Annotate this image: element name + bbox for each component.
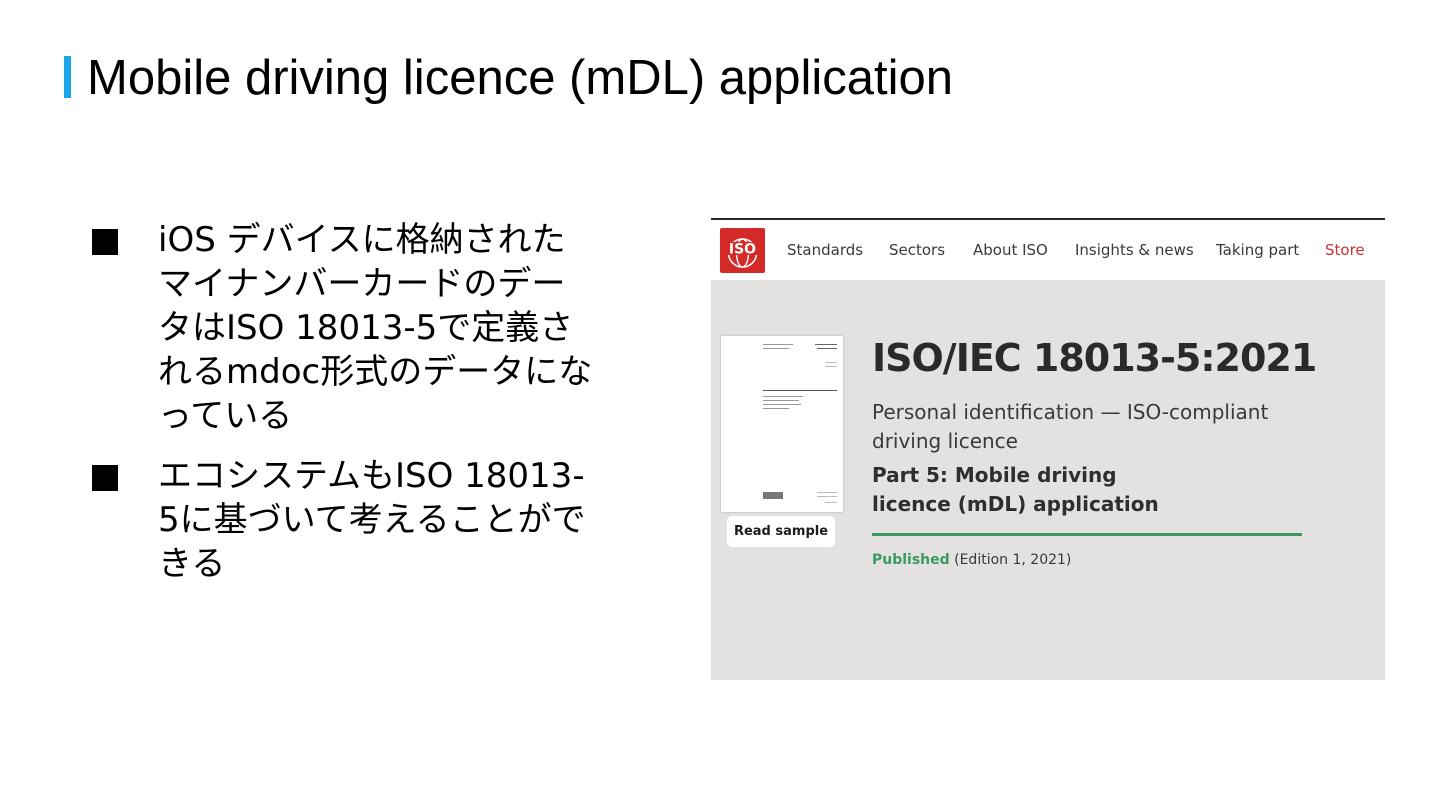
bullet-item: iOS デバイスに格納されたマイナンバーカードのデータはISO 18013-5で… <box>90 218 610 438</box>
nav-insights-news[interactable]: Insights & news <box>1075 241 1194 259</box>
read-sample-button[interactable]: Read sample <box>727 516 835 547</box>
iso-nav-bar: ISO Standards Sectors About ISO Insights… <box>711 220 1385 280</box>
nav-store[interactable]: Store <box>1325 241 1365 259</box>
bullet-list: iOS デバイスに格納されたマイナンバーカードのデータはISO 18013-5で… <box>90 218 610 602</box>
iso-logo-text: ISO <box>729 242 756 258</box>
title-accent-bar <box>64 56 71 98</box>
status-line: Published (Edition 1, 2021) <box>872 552 1071 568</box>
bullet-square-icon <box>92 465 118 491</box>
iso-logo-icon[interactable]: ISO <box>720 228 765 273</box>
nav-standards[interactable]: Standards <box>787 241 863 259</box>
standard-subtitle: Personal identification — ISO-compliant … <box>872 400 1269 453</box>
edition-text: (Edition 1, 2021) <box>954 552 1072 568</box>
iec-logo-mark <box>763 492 783 499</box>
nav-sectors[interactable]: Sectors <box>889 241 945 259</box>
bullet-item: エコシステムもISO 18013-5に基づいて考えることができる <box>90 454 610 586</box>
document-cover-thumbnail[interactable] <box>721 336 843 512</box>
divider <box>872 533 1302 536</box>
bullet-square-icon <box>92 229 118 255</box>
standard-part-title: Part 5: Mobile driving licence (mDL) app… <box>872 463 1159 516</box>
status-badge: Published <box>872 552 950 568</box>
standard-code: ISO/IEC 18013-5:2021 <box>872 336 1317 380</box>
slide-title: Mobile driving licence (mDL) application <box>87 51 954 105</box>
nav-taking-part[interactable]: Taking part <box>1216 241 1299 259</box>
bullet-text: iOS デバイスに格納されたマイナンバーカードのデータはISO 18013-5で… <box>158 220 593 436</box>
iso-page-screenshot: ISO Standards Sectors About ISO Insights… <box>711 218 1385 680</box>
bullet-text: エコシステムもISO 18013-5に基づいて考えることができる <box>158 456 586 584</box>
nav-about-iso[interactable]: About ISO <box>973 241 1048 259</box>
